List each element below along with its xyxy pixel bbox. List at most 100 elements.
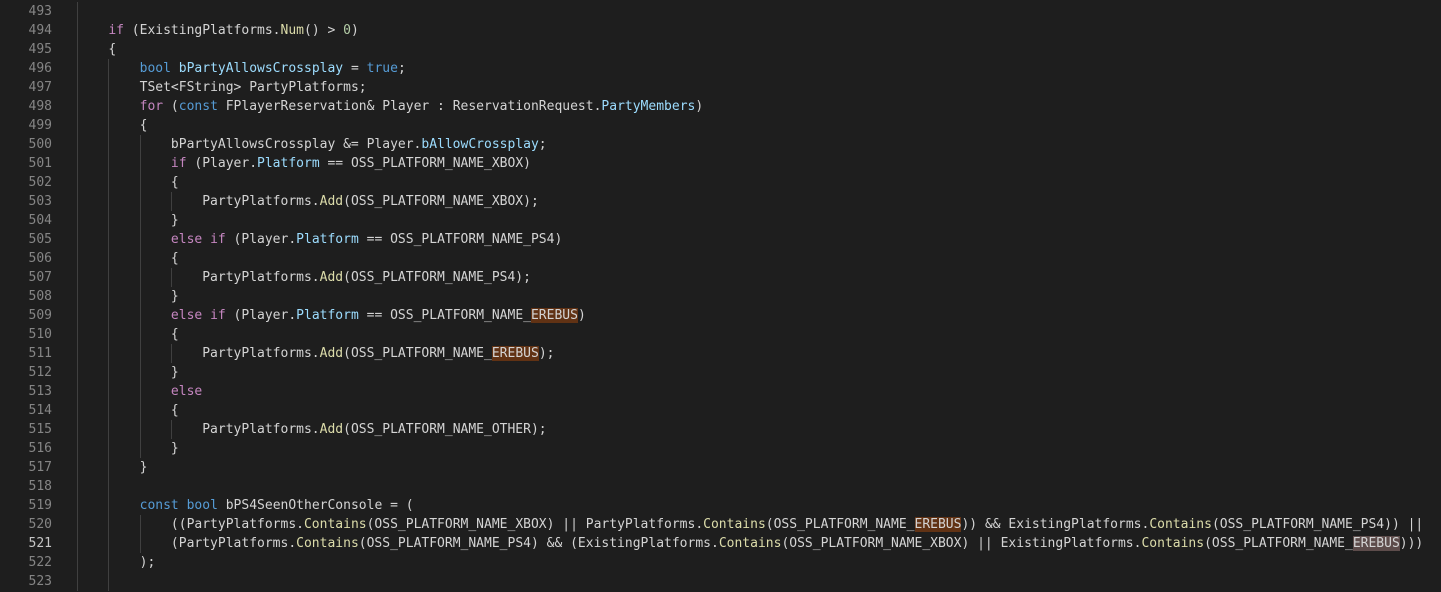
line-number[interactable]: 504 bbox=[0, 211, 52, 230]
line-number[interactable]: 515 bbox=[0, 420, 52, 439]
token: bPartyAllowsCrossplay bbox=[179, 61, 343, 76]
code-editor[interactable]: 493494 if (ExistingPlatforms.Num() > 0)4… bbox=[0, 0, 1441, 592]
code-line[interactable]: 495 { bbox=[0, 40, 1441, 59]
code-line[interactable]: 506 { bbox=[0, 249, 1441, 268]
token: Contains bbox=[1141, 536, 1204, 551]
indent-guide bbox=[77, 458, 78, 477]
code-line[interactable]: 515 PartyPlatforms.Add(OSS_PLATFORM_NAME… bbox=[0, 420, 1441, 439]
token: ); bbox=[140, 555, 156, 570]
indent-guide bbox=[140, 325, 141, 344]
code-line[interactable]: 512 } bbox=[0, 363, 1441, 382]
indent-guide bbox=[108, 211, 109, 230]
code-line[interactable]: 513 else bbox=[0, 382, 1441, 401]
indent-guide bbox=[108, 420, 109, 439]
line-number[interactable]: 521 bbox=[0, 534, 52, 553]
line-number[interactable]: 497 bbox=[0, 78, 52, 97]
code-line[interactable]: 520 ((PartyPlatforms.Contains(OSS_PLATFO… bbox=[0, 515, 1441, 534]
code-line[interactable]: 507 PartyPlatforms.Add(OSS_PLATFORM_NAME… bbox=[0, 268, 1441, 287]
line-number[interactable]: 514 bbox=[0, 401, 52, 420]
code-line[interactable]: 503 PartyPlatforms.Add(OSS_PLATFORM_NAME… bbox=[0, 192, 1441, 211]
indent-guide bbox=[77, 572, 78, 591]
code-line[interactable]: 522 ); bbox=[0, 553, 1441, 572]
code-tokens: { bbox=[77, 251, 179, 266]
indent-guide bbox=[108, 78, 109, 97]
code-line[interactable]: 511 PartyPlatforms.Add(OSS_PLATFORM_NAME… bbox=[0, 344, 1441, 363]
indent-guide bbox=[108, 344, 109, 363]
code-line[interactable]: 521 (PartyPlatforms. Contains(OSS_PLATFOR… bbox=[0, 534, 1441, 553]
token: ) bbox=[578, 308, 586, 323]
code-line[interactable]: 509 else if (Player.Platform == OSS_PLAT… bbox=[0, 306, 1441, 325]
code-line[interactable]: 510 { bbox=[0, 325, 1441, 344]
code-line[interactable]: 502 { bbox=[0, 173, 1441, 192]
indent-guide bbox=[77, 534, 78, 553]
token: Contains bbox=[304, 517, 367, 532]
code-tokens bbox=[77, 574, 108, 589]
line-number[interactable]: 496 bbox=[0, 59, 52, 78]
token: (ExistingPlatforms. bbox=[124, 23, 281, 38]
indent-guide bbox=[140, 211, 141, 230]
line-number[interactable]: 500 bbox=[0, 135, 52, 154]
code-text: { bbox=[77, 325, 1441, 344]
line-number[interactable]: 499 bbox=[0, 116, 52, 135]
line-number[interactable]: 509 bbox=[0, 306, 52, 325]
search-match-highlight: EREBUS bbox=[492, 346, 539, 361]
line-number[interactable]: 517 bbox=[0, 458, 52, 477]
code-line[interactable]: 494 if (ExistingPlatforms.Num() > 0) bbox=[0, 21, 1441, 40]
line-number[interactable]: 519 bbox=[0, 496, 52, 515]
code-tokens: bool bPartyAllowsCrossplay = true; bbox=[77, 61, 406, 76]
code-line[interactable]: 517 } bbox=[0, 458, 1441, 477]
line-number[interactable]: 511 bbox=[0, 344, 52, 363]
code-line[interactable]: 519 const bool bPS4SeenOtherConsole = ( bbox=[0, 496, 1441, 515]
indent-guide bbox=[140, 173, 141, 192]
code-tokens: bPartyAllowsCrossplay &= Player.bAllowCr… bbox=[77, 137, 547, 152]
line-number[interactable]: 510 bbox=[0, 325, 52, 344]
line-number[interactable]: 506 bbox=[0, 249, 52, 268]
code-line[interactable]: 516 } bbox=[0, 439, 1441, 458]
code-line[interactable]: 514 { bbox=[0, 401, 1441, 420]
line-number[interactable]: 513 bbox=[0, 382, 52, 401]
code-text: PartyPlatforms.Add(OSS_PLATFORM_NAME_ERE… bbox=[77, 344, 1441, 363]
line-number[interactable]: 502 bbox=[0, 173, 52, 192]
code-tokens: const bool bPS4SeenOtherConsole = ( bbox=[77, 498, 414, 513]
code-line[interactable]: 505 else if (Player.Platform == OSS_PLAT… bbox=[0, 230, 1441, 249]
line-number[interactable]: 508 bbox=[0, 287, 52, 306]
code-line[interactable]: 497 TSet<FString> PartyPlatforms; bbox=[0, 78, 1441, 97]
code-tokens: PartyPlatforms.Add(OSS_PLATFORM_NAME_ERE… bbox=[77, 346, 554, 361]
token: (OSS_PLATFORM_NAME_XBOX) || ExistingPlat… bbox=[781, 536, 1141, 551]
token: ; bbox=[539, 137, 547, 152]
token: PartyPlatforms. bbox=[202, 194, 319, 209]
token: (PartyPlatforms. bbox=[171, 536, 296, 551]
line-number[interactable]: 520 bbox=[0, 515, 52, 534]
code-line[interactable]: 496 bool bPartyAllowsCrossplay = true; bbox=[0, 59, 1441, 78]
token: bAllowCrossplay bbox=[421, 137, 538, 152]
line-number[interactable]: 493 bbox=[0, 2, 52, 21]
code-line[interactable]: 500 bPartyAllowsCrossplay &= Player.bAll… bbox=[0, 135, 1441, 154]
token: == OSS_PLATFORM_NAME_XBOX) bbox=[320, 156, 531, 171]
code-line[interactable]: 498 for (const FPlayerReservation& Playe… bbox=[0, 97, 1441, 116]
line-number[interactable]: 505 bbox=[0, 230, 52, 249]
code-line[interactable]: 499 { bbox=[0, 116, 1441, 135]
line-number[interactable]: 518 bbox=[0, 477, 52, 496]
indent-guide bbox=[77, 2, 78, 21]
code-line[interactable]: 501 if (Player.Platform == OSS_PLATFORM_… bbox=[0, 154, 1441, 173]
line-number[interactable]: 512 bbox=[0, 363, 52, 382]
code-line[interactable]: 518 bbox=[0, 477, 1441, 496]
search-match-highlight: EREBUS bbox=[531, 308, 578, 323]
line-number[interactable]: 494 bbox=[0, 21, 52, 40]
indent-guide bbox=[77, 173, 78, 192]
code-line[interactable]: 508 } bbox=[0, 287, 1441, 306]
line-number[interactable]: 522 bbox=[0, 553, 52, 572]
line-number[interactable]: 523 bbox=[0, 572, 52, 591]
line-number[interactable]: 498 bbox=[0, 97, 52, 116]
token: else bbox=[171, 384, 202, 399]
code-line[interactable]: 523 bbox=[0, 572, 1441, 591]
code-tokens: { bbox=[77, 403, 179, 418]
code-line[interactable]: 493 bbox=[0, 2, 1441, 21]
indent-guide bbox=[77, 287, 78, 306]
line-number[interactable]: 495 bbox=[0, 40, 52, 59]
line-number[interactable]: 503 bbox=[0, 192, 52, 211]
code-line[interactable]: 504 } bbox=[0, 211, 1441, 230]
line-number[interactable]: 516 bbox=[0, 439, 52, 458]
line-number[interactable]: 507 bbox=[0, 268, 52, 287]
line-number[interactable]: 501 bbox=[0, 154, 52, 173]
